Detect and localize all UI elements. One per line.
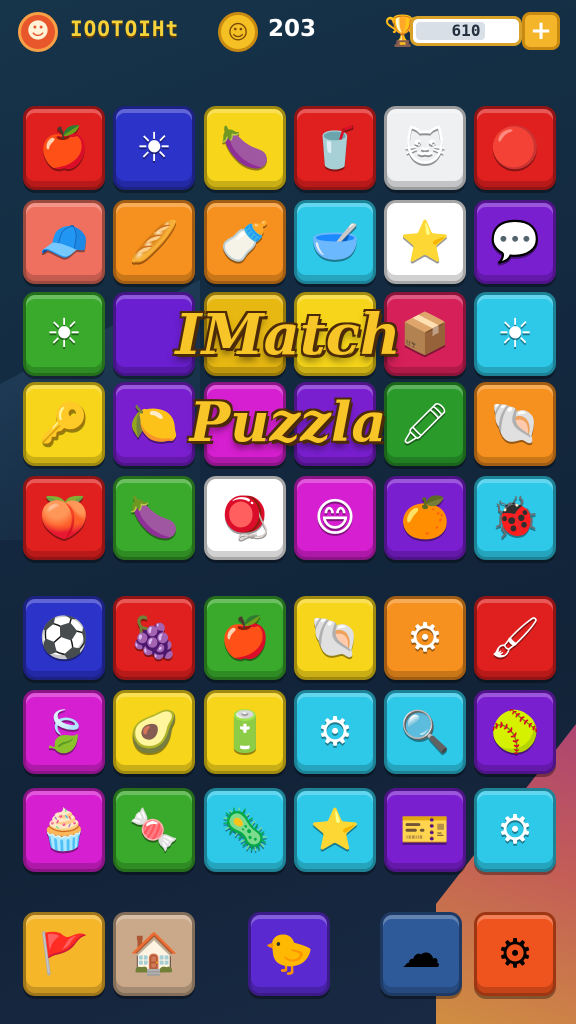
sun-icon: ☀	[136, 125, 172, 171]
flag-button[interactable]: 🚩	[23, 912, 105, 996]
game-title-line-1: IMatch	[175, 302, 401, 368]
tile-blob[interactable]: 💬	[474, 200, 556, 284]
character-button[interactable]: 🐤	[248, 912, 330, 996]
cap-icon: 🧢	[39, 219, 89, 265]
tile-battery[interactable]: 🔋	[204, 690, 286, 774]
top-icon: 🪀	[220, 495, 270, 541]
ball-icon: 🔴	[490, 125, 540, 171]
tile-cat[interactable]: 🐱	[384, 106, 466, 190]
tile-lime[interactable]: 🥑	[113, 690, 195, 774]
tile-orange[interactable]: 🍊	[384, 476, 466, 560]
tile-jelly[interactable]: 🧁	[23, 788, 105, 872]
game-board: 🍎 ☀ 🍆 🥤 🐱 🔴 🧢 🥖 🍼 🥣 ⭐ 💬 ☀ 📦 ☀ 🔑 🍋 🖍 🐚 🍑 🍆 🪀 😄 🍊 🐞 ⚽ 🍇 🍎 🐚 ⚙ 🖌 🍃 🥑 🔋 ⚙ 🔍 🥎 🧁 🍬 🦠…	[0, 0, 576, 1024]
tile-plum[interactable]: 🍇	[113, 596, 195, 680]
dome-icon: 🥎	[490, 709, 540, 755]
shell-icon: 🐚	[310, 615, 360, 661]
brush-icon: 🖌	[489, 615, 541, 661]
cup-icon: 🥤	[310, 125, 360, 171]
tile-shell[interactable]: 🐚	[294, 596, 376, 680]
tile-top[interactable]: 🪀	[204, 476, 286, 560]
gear-icon: ⚙	[407, 615, 443, 661]
blob-icon: 💬	[490, 219, 540, 265]
tile-dome[interactable]: 🥎	[474, 690, 556, 774]
flag-icon: 🚩	[39, 931, 89, 977]
tile-cup[interactable]: 🥤	[294, 106, 376, 190]
plum-icon: 🍑	[39, 495, 89, 541]
bug-icon: 🐞	[490, 495, 540, 541]
tile-eggplant[interactable]: 🍆	[113, 476, 195, 560]
stick-icon: 🥖	[129, 219, 179, 265]
tile-stick[interactable]: 🥖	[113, 200, 195, 284]
tile-apple[interactable]: 🍎	[204, 596, 286, 680]
tile-leaf[interactable]: 🍃	[23, 690, 105, 774]
plum-icon: 🍇	[129, 615, 179, 661]
eggplant-icon: 🍆	[129, 495, 179, 541]
tile-eggplant[interactable]: 🍆	[204, 106, 286, 190]
battery-icon: 🔋	[220, 709, 270, 755]
star-icon: ⭐	[310, 807, 360, 853]
orange-icon: 🍊	[400, 495, 450, 541]
tile-bottle[interactable]: 🍼	[204, 200, 286, 284]
tile-plum[interactable]: 🍑	[23, 476, 105, 560]
settings-button[interactable]: ⚙	[474, 912, 556, 996]
tile-candy[interactable]: 🍬	[113, 788, 195, 872]
jelly-icon: 🧁	[39, 807, 89, 853]
tile-cap[interactable]: 🧢	[23, 200, 105, 284]
bottle-icon: 🍼	[220, 219, 270, 265]
gear-icon: ⚙	[497, 807, 533, 853]
home-button[interactable]: 🏠	[113, 912, 195, 996]
tile-ball[interactable]: ⚽	[23, 596, 105, 680]
tile-virus[interactable]: 🦠	[204, 788, 286, 872]
game-title-line-2: Puzzla	[189, 390, 387, 454]
tile-brush[interactable]: 🖌	[474, 596, 556, 680]
tile-ticket[interactable]: 🎫	[384, 788, 466, 872]
tile-lens[interactable]: 🔍	[384, 690, 466, 774]
tile-bowl[interactable]: 🥣	[294, 200, 376, 284]
ball-icon: ⚽	[39, 615, 89, 661]
lime-icon: 🥑	[129, 709, 179, 755]
tile-apple[interactable]: 🍎	[23, 106, 105, 190]
ticket-icon: 🎫	[400, 807, 450, 853]
cat-icon: 🐱	[404, 125, 446, 171]
character-icon: 🐤	[264, 931, 314, 977]
home-icon: 🏠	[129, 931, 179, 977]
star-icon: ⭐	[400, 219, 450, 265]
apple-icon: 🍎	[220, 615, 270, 661]
tile-ball[interactable]: 🔴	[474, 106, 556, 190]
candy-icon: 🍬	[129, 807, 179, 853]
bowl-icon: 🥣	[310, 219, 360, 265]
tile-bug[interactable]: 🐞	[474, 476, 556, 560]
cloud-icon: ☁	[401, 931, 441, 977]
tile-sun[interactable]: ☀	[113, 106, 195, 190]
tile-star[interactable]: ⭐	[294, 788, 376, 872]
tile-gear[interactable]: ⚙	[384, 596, 466, 680]
tile-gear[interactable]: ⚙	[294, 690, 376, 774]
cloud-button[interactable]: ☁	[380, 912, 462, 996]
lens-icon: 🔍	[400, 709, 450, 755]
apple-icon: 🍎	[39, 125, 89, 171]
leaf-icon: 🍃	[39, 709, 89, 755]
tile-monster[interactable]: 😄	[294, 476, 376, 560]
settings-icon: ⚙	[497, 931, 533, 977]
tile-star[interactable]: ⭐	[384, 200, 466, 284]
virus-icon: 🦠	[220, 807, 270, 853]
monster-icon: 😄	[314, 495, 356, 541]
eggplant-icon: 🍆	[220, 125, 270, 171]
tile-gear[interactable]: ⚙	[474, 788, 556, 872]
gear-icon: ⚙	[317, 709, 353, 755]
